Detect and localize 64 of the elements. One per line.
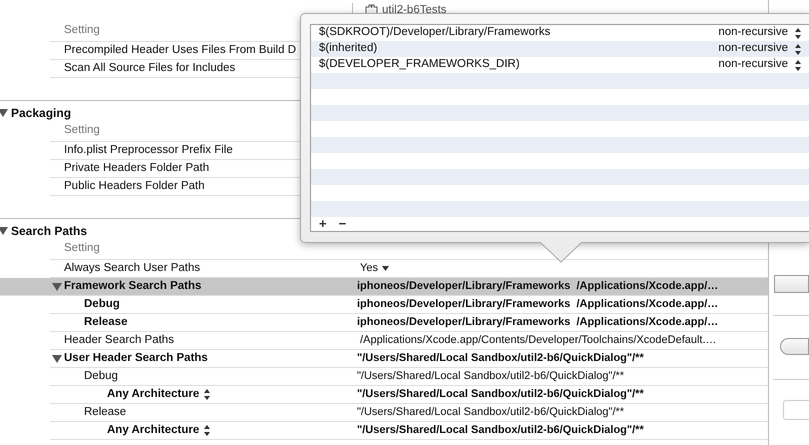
setting-value: iphoneos/Developer/Library/Frameworks /Applications/Xcode.app/… xyxy=(357,297,718,312)
setting-value: "/Users/Shared/Local Sandbox/util2-b6/QuickDialog"/** xyxy=(357,369,624,384)
setting-name: Debug xyxy=(84,296,120,312)
path-row[interactable]: $(SDKROOT)/Developer/Library/Frameworks non-recursive xyxy=(311,25,809,41)
column-header: Setting xyxy=(63,123,100,138)
setting-row[interactable]: Any Architecture "/Users/Shared/Local Sandbox/util2-b6/QuickDialog"/** xyxy=(50,422,768,440)
setting-value: "/Users/Shared/Local Sandbox/util2-b6/QuickDialog"/** xyxy=(357,387,644,402)
stepper-icon[interactable] xyxy=(795,60,801,70)
setting-value: "/Users/Shared/Local Sandbox/util2-b6/QuickDialog"/** xyxy=(357,423,644,438)
setting-name: Public Headers Folder Path xyxy=(64,178,205,194)
recursion-popup[interactable]: non-recursive xyxy=(718,40,788,58)
panel-button[interactable] xyxy=(774,275,809,293)
setting-row[interactable]: User Header Search Paths "/Users/Shared/Local Sandbox/util2-b6/QuickDialog"/** xyxy=(50,350,768,368)
recursion-popup[interactable]: non-recursive xyxy=(718,24,788,42)
setting-row[interactable]: Release "/Users/Shared/Local Sandbox/util2-b6/QuickDialog"/** xyxy=(50,404,768,422)
setting-name: Any Architecture xyxy=(107,386,200,402)
setting-value: /Applications/Xcode.app/Contents/Developer/Toolchains/XcodeDefault.… xyxy=(359,333,717,348)
stepper-icon[interactable] xyxy=(795,44,801,54)
setting-name: Private Headers Folder Path xyxy=(64,160,210,176)
setting-value: iphoneos/Developer/Library/Frameworks /Applications/Xcode.app/… xyxy=(357,279,718,294)
section-title[interactable]: Search Paths xyxy=(11,222,88,240)
add-button[interactable]: + xyxy=(316,218,330,230)
setting-name: Header Search Paths xyxy=(64,332,174,348)
path-text: $(inherited) xyxy=(319,41,378,56)
setting-value: iphoneos/Developer/Library/Frameworks /Applications/Xcode.app/… xyxy=(357,315,718,330)
setting-value: "/Users/Shared/Local Sandbox/util2-b6/QuickDialog"/** xyxy=(357,351,644,366)
panel-field[interactable] xyxy=(783,400,809,420)
stepper-icon[interactable] xyxy=(204,425,210,436)
setting-row[interactable]: Release iphoneos/Developer/Library/Frameworks /Applications/Xcode.app/… xyxy=(50,314,768,332)
setting-name: Debug xyxy=(84,368,118,384)
setting-row[interactable]: Header Search Paths /Applications/Xcode.app/Contents/Developer/Toolchains/XcodeDefault.… xyxy=(50,332,768,350)
path-text: $(SDKROOT)/Developer/Library/Frameworks xyxy=(319,25,552,40)
recursion-popup[interactable]: non-recursive xyxy=(718,56,788,74)
path-text: $(DEVELOPER_FRAMEWORKS_DIR) xyxy=(319,57,521,72)
setting-name: Scan All Source Files for Includes xyxy=(64,60,236,76)
setting-row[interactable]: Any Architecture "/Users/Shared/Local Sandbox/util2-b6/QuickDialog"/** xyxy=(50,386,768,404)
setting-value[interactable]: Yes xyxy=(360,260,378,277)
setting-name: Any Architecture xyxy=(107,422,200,438)
setting-row[interactable]: Framework Search Paths iphoneos/Developer/Library/Frameworks /Applications/Xcode.app/… xyxy=(0,278,768,296)
setting-row[interactable]: Debug "/Users/Shared/Local Sandbox/util2-b6/QuickDialog"/** xyxy=(50,368,768,386)
setting-name: Release xyxy=(84,314,128,330)
caret-icon[interactable] xyxy=(382,266,389,271)
panel-button[interactable] xyxy=(780,338,809,355)
section-title[interactable]: Packaging xyxy=(11,104,72,122)
setting-name: Release xyxy=(84,404,126,420)
setting-name: Precompiled Header Uses Files From Build D xyxy=(64,42,296,58)
target-name: util2-b6Tests xyxy=(382,2,447,18)
disclosure-triangle-icon[interactable] xyxy=(52,282,63,292)
setting-row[interactable]: Debug iphoneos/Developer/Library/Frameworks /Applications/Xcode.app/… xyxy=(50,296,768,314)
setting-name: User Header Search Paths xyxy=(64,350,208,366)
disclosure-triangle-icon[interactable] xyxy=(0,226,9,236)
column-header: Setting xyxy=(63,241,100,256)
path-row[interactable]: $(inherited) non-recursive xyxy=(311,41,809,57)
stepper-icon[interactable] xyxy=(204,389,210,400)
column-header: Setting xyxy=(63,23,100,38)
disclosure-triangle-icon[interactable] xyxy=(52,354,63,364)
setting-name: Framework Search Paths xyxy=(64,278,202,294)
setting-value: "/Users/Shared/Local Sandbox/util2-b6/QuickDialog"/** xyxy=(357,405,624,420)
disclosure-triangle-icon[interactable] xyxy=(0,108,9,118)
setting-name: Info.plist Preprocessor Prefix File xyxy=(64,142,233,158)
path-row[interactable]: $(DEVELOPER_FRAMEWORKS_DIR) non-recursive xyxy=(311,57,809,73)
remove-button[interactable]: − xyxy=(336,218,350,230)
stepper-icon[interactable] xyxy=(795,28,801,38)
setting-name: Always Search User Paths xyxy=(64,260,200,276)
